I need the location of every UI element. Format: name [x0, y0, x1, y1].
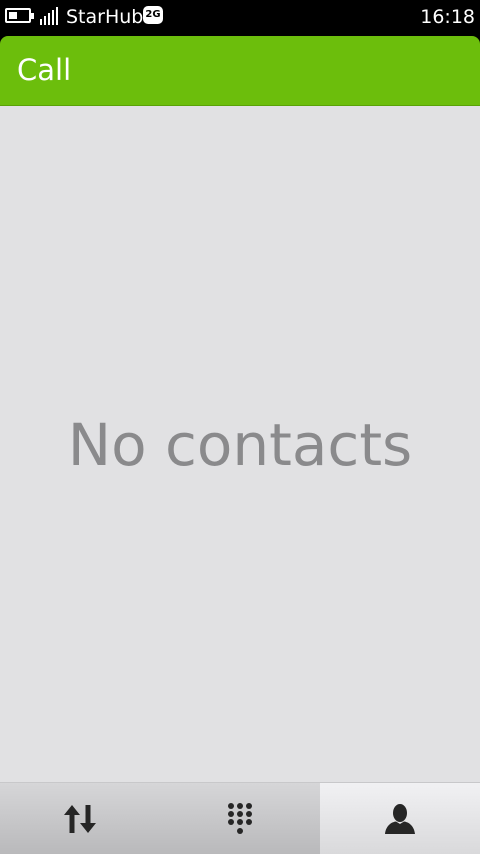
signal-strength-icon — [40, 7, 60, 25]
battery-icon — [5, 8, 34, 23]
phone-screen: StarHub 2G 16:18 Call No contacts — [0, 0, 480, 854]
tab-call-log[interactable] — [0, 783, 160, 854]
dialpad-icon — [228, 802, 252, 834]
app-header: Call — [0, 36, 480, 106]
status-clock: 16:18 — [420, 6, 475, 28]
tab-contacts[interactable] — [320, 783, 480, 854]
empty-state-message: No contacts — [67, 411, 413, 479]
status-bar: StarHub 2G 16:18 — [0, 0, 480, 34]
call-log-icon — [64, 804, 96, 833]
network-type-badge: 2G — [143, 6, 163, 24]
contacts-icon — [385, 803, 415, 834]
carrier-name: StarHub — [66, 6, 144, 28]
contacts-list-area[interactable]: No contacts — [0, 106, 480, 782]
bottom-toolbar — [0, 782, 480, 854]
battery-level-fill — [9, 12, 17, 19]
tab-dialpad[interactable] — [160, 783, 320, 854]
page-title: Call — [17, 53, 72, 87]
